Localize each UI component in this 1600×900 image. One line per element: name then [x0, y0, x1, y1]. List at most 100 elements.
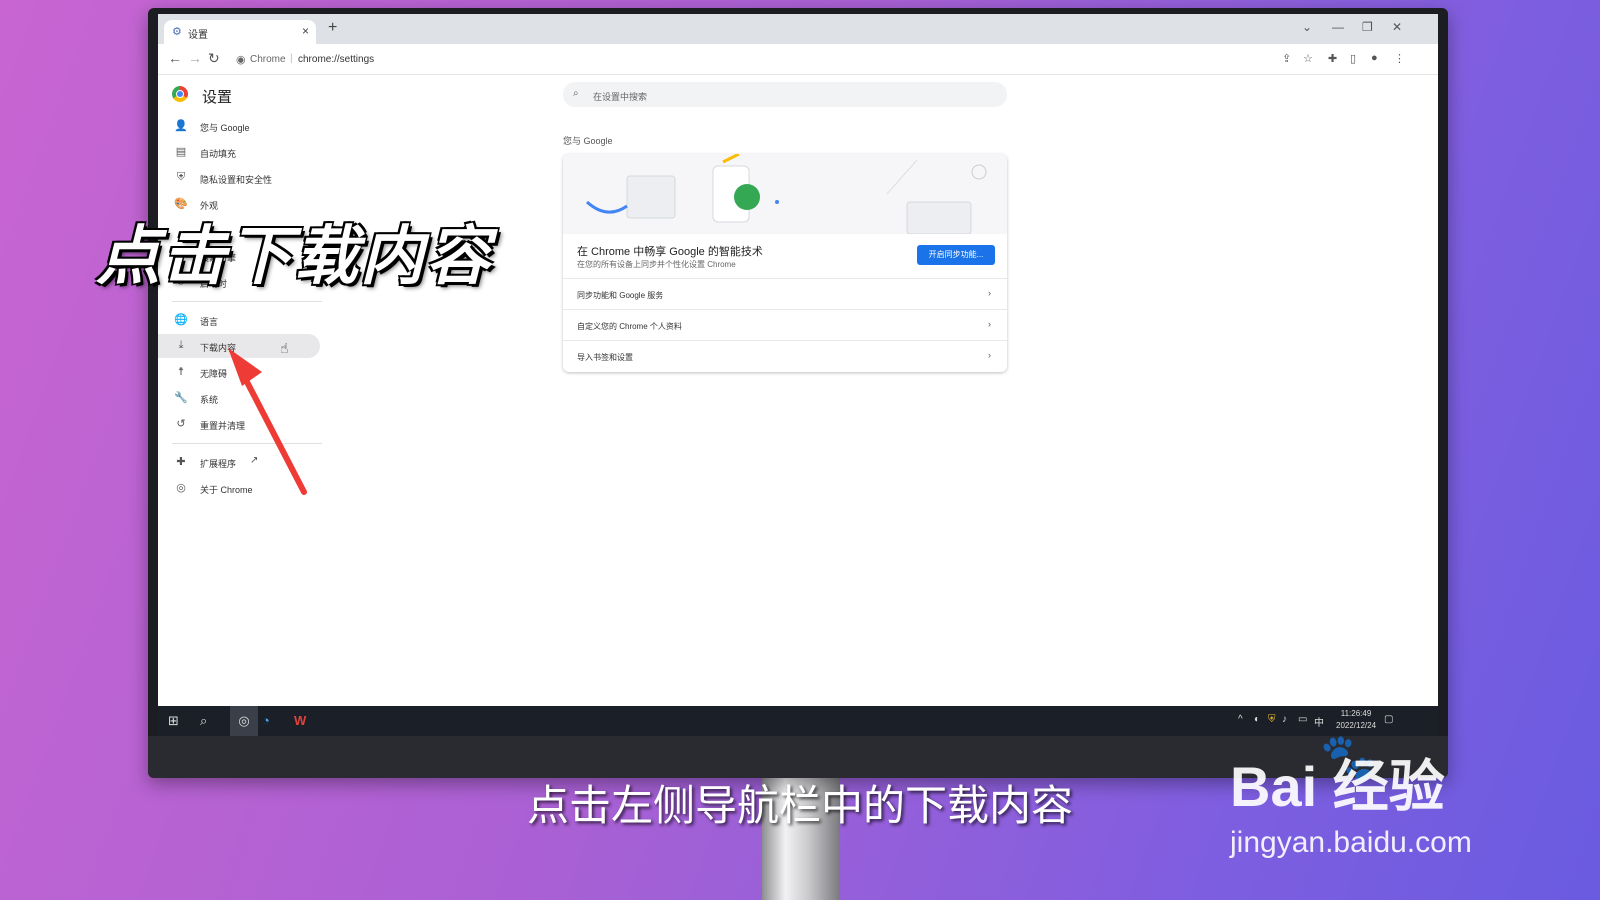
- section-heading: 您与 Google: [563, 136, 613, 146]
- watermark-url: jingyan.baidu.com: [1230, 826, 1472, 859]
- wrench-icon: 🔧: [174, 392, 188, 404]
- hand-cursor-icon: ☝: [280, 340, 289, 356]
- taskbar: ⊞ ⌕ ◎ ◔ W ^ ◐ ⛨ ♪ ▭ 中 11:26:49 2022/12/2…: [158, 706, 1438, 736]
- chevron-right-icon: ›: [988, 350, 991, 360]
- edge-taskbar-icon[interactable]: ◔: [262, 713, 270, 728]
- tab-settings[interactable]: ⚙ 设置 ×: [164, 20, 316, 44]
- sidebar-item-you-and-google[interactable]: 👤 您与 Google: [158, 114, 320, 138]
- address-bar[interactable]: ◉ Chrome | chrome://settings: [230, 48, 1270, 70]
- watermark-brand: Bai 经验: [1230, 755, 1445, 818]
- search-icon: ⌕: [573, 88, 579, 99]
- row-label: 同步功能和 Google 服务: [577, 291, 664, 300]
- sync-promo-card: 在 Chrome 中畅享 Google 的智能技术 在您的所有设备上同步并个性化…: [563, 154, 1007, 372]
- back-icon[interactable]: ←: [168, 50, 182, 66]
- bookmark-star-icon[interactable]: ☆: [1303, 52, 1313, 65]
- row-label: 导入书签和设置: [577, 353, 633, 362]
- promo-illustration: [563, 154, 1007, 235]
- sidebar-item-privacy[interactable]: ⛨ 隐私设置和安全性: [158, 166, 320, 190]
- row-label: 自定义您的 Chrome 个人资料: [577, 322, 682, 331]
- close-window-icon[interactable]: ✕: [1392, 20, 1402, 34]
- security-tray-icon[interactable]: ⛨: [1268, 714, 1276, 725]
- clock-time: 11:26:49: [1340, 709, 1372, 718]
- puzzle-icon: ✚: [176, 456, 186, 468]
- tab-search-icon[interactable]: ⌄: [1302, 20, 1312, 34]
- page-title: 设置: [202, 89, 233, 106]
- turn-on-sync-button[interactable]: 开启同步功能...: [917, 245, 995, 265]
- row-customize-profile[interactable]: 自定义您的 Chrome 个人资料 ›: [563, 309, 1007, 341]
- extensions-icon[interactable]: ✚: [1328, 52, 1337, 65]
- share-icon[interactable]: ⇪: [1282, 52, 1291, 65]
- sidebar-item-label: 重置并清理: [200, 421, 246, 431]
- shield-icon: ⛨: [176, 171, 186, 183]
- windows-start-icon[interactable]: ⊞: [168, 713, 179, 729]
- globe-icon: 🌐: [174, 314, 188, 326]
- close-tab-icon[interactable]: ×: [302, 24, 309, 38]
- sidebar-item-autofill[interactable]: ▤ 自动填充: [158, 140, 320, 164]
- divider: [172, 301, 322, 302]
- monitor: ⚙ 设置 × + ⌄ — ❐ ✕ ← → ↻ ◉ Chrome | chrome…: [148, 8, 1448, 778]
- sidebar-item-label: 隐私设置和安全性: [200, 175, 273, 185]
- notification-icon[interactable]: ▢: [1384, 714, 1393, 725]
- display-icon[interactable]: ▭: [1298, 714, 1307, 725]
- chevron-right-icon: ›: [988, 319, 991, 329]
- separator: |: [290, 53, 293, 64]
- sidebar-item-label: 自动填充: [200, 149, 237, 159]
- browser-toolbar: ← → ↻ ◉ Chrome | chrome://settings ⇪ ☆ ✚…: [158, 44, 1438, 75]
- accessibility-icon: ☨: [178, 366, 184, 378]
- profile-icon[interactable]: ●: [1371, 52, 1378, 64]
- sidebar-item-accessibility[interactable]: ☨ 无障碍: [158, 360, 320, 384]
- sidebar-item-reset[interactable]: ↺ 重置并清理: [158, 412, 320, 436]
- reload-icon[interactable]: ↻: [208, 50, 220, 67]
- gear-icon: ⚙: [172, 26, 182, 38]
- chevron-up-icon[interactable]: ^: [1238, 714, 1243, 725]
- person-icon: 👤: [174, 120, 188, 132]
- ime-indicator[interactable]: 中: [1314, 714, 1324, 729]
- sidebar-item-label: 下载内容: [200, 343, 237, 353]
- chevron-right-icon: ›: [988, 288, 991, 298]
- search-icon[interactable]: ⌕: [200, 713, 207, 729]
- chrome-taskbar-icon[interactable]: ◎: [230, 706, 258, 736]
- overlay-title: 点击下载内容: [96, 220, 492, 292]
- volume-icon[interactable]: ♪: [1282, 714, 1287, 725]
- history-icon: ↺: [176, 418, 186, 430]
- screen: ⚙ 设置 × + ⌄ — ❐ ✕ ← → ↻ ◉ Chrome | chrome…: [158, 14, 1438, 736]
- sidebar-item-label: 关于 Chrome: [200, 485, 253, 495]
- new-tab-button[interactable]: +: [328, 19, 337, 37]
- sidebar-item-label: 扩展程序: [200, 459, 237, 469]
- divider: [172, 443, 322, 444]
- clipboard-icon: ▤: [175, 146, 187, 158]
- row-sync-services[interactable]: 同步功能和 Google 服务 ›: [563, 278, 1007, 310]
- promo-subtitle: 在您的所有设备上同步并个性化设置 Chrome: [577, 260, 736, 269]
- illustration-svg: [585, 154, 987, 235]
- sidebar-item-label: 语言: [200, 317, 219, 327]
- promo-title: 在 Chrome 中畅享 Google 的智能技术: [577, 246, 763, 258]
- download-icon: ⤓: [178, 339, 184, 351]
- sidebar-item-about-chrome[interactable]: ◎ 关于 Chrome: [158, 476, 320, 500]
- menu-icon[interactable]: ⋮: [1394, 52, 1405, 65]
- sidebar-item-downloads[interactable]: ⤓ 下载内容: [158, 334, 320, 358]
- restore-icon[interactable]: ❐: [1362, 20, 1373, 34]
- chrome-logo-icon: [172, 86, 188, 102]
- row-import-bookmarks[interactable]: 导入书签和设置 ›: [563, 340, 1007, 372]
- network-tray-icon[interactable]: ◐: [1254, 714, 1260, 725]
- sidebar-item-label: 无障碍: [200, 369, 228, 379]
- sidebar-item-languages[interactable]: 🌐 语言: [158, 308, 320, 332]
- tab-strip: ⚙ 设置 × + ⌄ — ❐ ✕: [158, 14, 1438, 44]
- wps-taskbar-icon[interactable]: W: [294, 713, 306, 728]
- minimize-icon[interactable]: —: [1332, 20, 1344, 34]
- chrome-icon: ◎: [176, 482, 186, 494]
- sidebar-item-label: 您与 Google: [200, 123, 250, 133]
- sidebar-item-extensions[interactable]: ✚ 扩展程序 ↗: [158, 450, 320, 474]
- external-link-icon: ↗: [250, 455, 259, 466]
- settings-search-input[interactable]: ⌕ 在设置中搜索: [563, 82, 1007, 107]
- forward-icon[interactable]: →: [188, 50, 202, 66]
- sidebar-item-system[interactable]: 🔧 系统: [158, 386, 320, 410]
- system-clock[interactable]: 11:26:49 2022/12/24: [1336, 708, 1376, 732]
- site-name: Chrome: [250, 54, 286, 65]
- sidebar-item-label: 系统: [200, 395, 219, 405]
- site-info-icon[interactable]: ◉: [236, 53, 246, 66]
- side-panel-icon[interactable]: ▯: [1350, 52, 1356, 65]
- tab-title: 设置: [188, 30, 208, 41]
- url-text: chrome://settings: [298, 54, 375, 65]
- search-placeholder: 在设置中搜索: [593, 92, 648, 102]
